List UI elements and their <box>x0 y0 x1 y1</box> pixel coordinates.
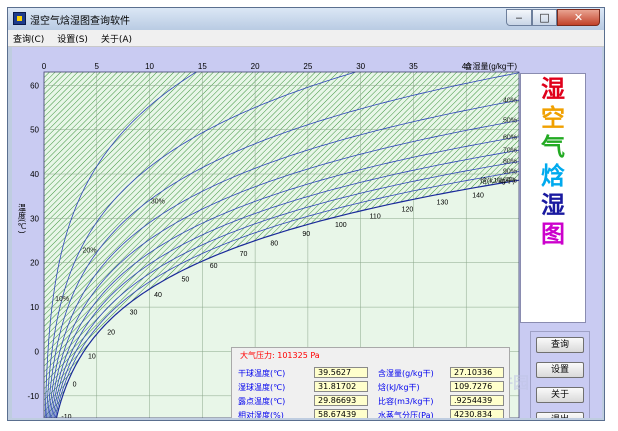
vapor-pressure-value[interactable]: 4230.834 <box>450 409 504 418</box>
enthalpy-tick-label: 30 <box>130 309 138 316</box>
x-tick-label: 0 <box>42 62 47 71</box>
close-button[interactable]: ✕ <box>557 9 600 26</box>
enthalpy-tick-label: 50 <box>181 277 189 284</box>
pressure-label: 大气压力: 101325 Pa <box>240 351 320 360</box>
rh-label: 70% <box>503 148 517 155</box>
dry-bulb-value[interactable]: 39.5627 <box>314 367 368 378</box>
title-char-1: 湿 <box>541 74 565 103</box>
rh-label: 40% <box>503 98 517 105</box>
enthalpy-axis-label: 焓(kJ/kg干) <box>480 176 515 185</box>
enthalpy-tick-label: 10 <box>88 354 96 361</box>
y-tick-label: 0 <box>35 347 40 356</box>
y-tick-label: 60 <box>30 81 39 90</box>
main-area: 0 5 10 15 20 25 30 35 40 含湿量(g/kg干) -10 0 10 20 30 40 50… <box>12 47 602 418</box>
window-controls: ‒ □ ✕ <box>506 9 600 27</box>
window-title: 湿空气焓湿图查询软件 <box>30 16 130 27</box>
y-tick-label: -10 <box>27 392 39 401</box>
enthalpy-tick-label: 80 <box>270 241 278 248</box>
menu-about[interactable]: 关于(A) <box>96 30 137 45</box>
x-tick-label: 15 <box>198 62 207 71</box>
y-tick-label: 30 <box>30 214 39 223</box>
y-tick-label: 50 <box>30 126 39 135</box>
enthalpy-tick-label: 70 <box>240 251 248 258</box>
about-button[interactable]: 关于 <box>536 387 584 403</box>
humidity-ratio-value[interactable]: 27.10336 <box>450 367 504 378</box>
enthalpy-tick-label: 100 <box>335 222 347 229</box>
dry-bulb-label: 干球温度(℃) <box>238 369 286 378</box>
title-panel: 湿 空 气 焓 湿 图 <box>520 73 586 323</box>
enthalpy-tick-label: 110 <box>370 214 381 221</box>
specific-volume-value[interactable]: .9254439 <box>450 395 504 406</box>
x-tick-label: 10 <box>145 62 154 71</box>
enthalpy-tick-label: 20 <box>107 330 115 337</box>
minimize-button[interactable]: ‒ <box>506 9 532 26</box>
relative-humidity-value[interactable]: 58.67439 <box>314 409 368 418</box>
wet-bulb-label: 湿球温度(℃) <box>238 383 286 392</box>
app-window: 湿空气焓湿图查询软件 ‒ □ ✕ 查询(C) 设置(S) 关于(A) 0 5 10 1… <box>7 7 605 421</box>
humidity-ratio-label: 含湿量(g/kg干) <box>378 369 434 378</box>
query-button[interactable]: 查询 <box>536 337 584 353</box>
rh-label: 20% <box>83 247 97 254</box>
enthalpy-label: 焓(kJ/kg干) <box>378 383 420 392</box>
menu-settings[interactable]: 设置(S) <box>52 30 93 45</box>
rh-label: 30% <box>151 199 165 206</box>
title-char-6: 图 <box>541 219 565 248</box>
pressure-value: 101325 Pa <box>277 351 320 360</box>
x-tick-label: 5 <box>95 62 100 71</box>
result-panel: 大气压力: 101325 Pa 干球温度(℃) 39.5627 含湿量(g/kg… <box>231 347 510 418</box>
exit-button[interactable]: 退出 <box>536 412 584 418</box>
x-tick-label: 20 <box>251 62 260 71</box>
enthalpy-tick-label: 40 <box>154 292 162 299</box>
rh-label: 10% <box>55 296 69 303</box>
title-bar[interactable]: 湿空气焓湿图查询软件 ‒ □ ✕ <box>8 8 604 30</box>
maximize-button[interactable]: □ <box>532 9 557 26</box>
wet-bulb-value[interactable]: 31.81702 <box>314 381 368 392</box>
enthalpy-value[interactable]: 109.7276 <box>450 381 504 392</box>
vapor-pressure-label: 水蒸气分压(Pa) <box>378 411 434 418</box>
title-char-2: 空 <box>541 103 565 132</box>
x-tick-label: 35 <box>409 62 418 71</box>
rh-label: 80% <box>503 159 517 166</box>
specific-volume-label: 比容(m3/kg干) <box>378 397 434 406</box>
y-tick-label: 40 <box>30 170 39 179</box>
x-tick-label: 30 <box>356 62 365 71</box>
settings-button[interactable]: 设置 <box>536 362 584 378</box>
enthalpy-tick-label: 0 <box>73 382 77 389</box>
enthalpy-tick-label: -10 <box>61 414 71 418</box>
title-char-4: 焓 <box>541 161 565 190</box>
enthalpy-tick-label: 130 <box>437 199 449 206</box>
rh-label: 50% <box>503 118 517 125</box>
dew-point-label: 露点温度(℃) <box>238 397 286 406</box>
title-char-3: 气 <box>541 132 565 161</box>
rh-label: 60% <box>503 134 517 141</box>
dew-point-value[interactable]: 29.86693 <box>314 395 368 406</box>
enthalpy-tick-label: 120 <box>402 206 414 213</box>
x-axis-label: 含湿量(g/kg干) <box>465 61 518 71</box>
title-char-5: 湿 <box>541 190 565 219</box>
menu-bar: 查询(C) 设置(S) 关于(A) <box>8 30 604 47</box>
app-icon <box>13 12 26 25</box>
y-tick-label: 20 <box>30 259 39 268</box>
relative-humidity-label: 相对湿度(%) <box>238 411 284 418</box>
y-tick-label: 10 <box>30 303 39 312</box>
enthalpy-tick-label: 140 <box>472 193 484 200</box>
y-axis-label: 温度(℃) <box>17 203 27 234</box>
enthalpy-tick-label: 90 <box>302 231 310 238</box>
x-tick-label: 25 <box>303 62 312 71</box>
enthalpy-tick-label: 60 <box>210 263 218 270</box>
menu-query[interactable]: 查询(C) <box>8 30 49 45</box>
rh-label: 90% <box>503 169 517 176</box>
